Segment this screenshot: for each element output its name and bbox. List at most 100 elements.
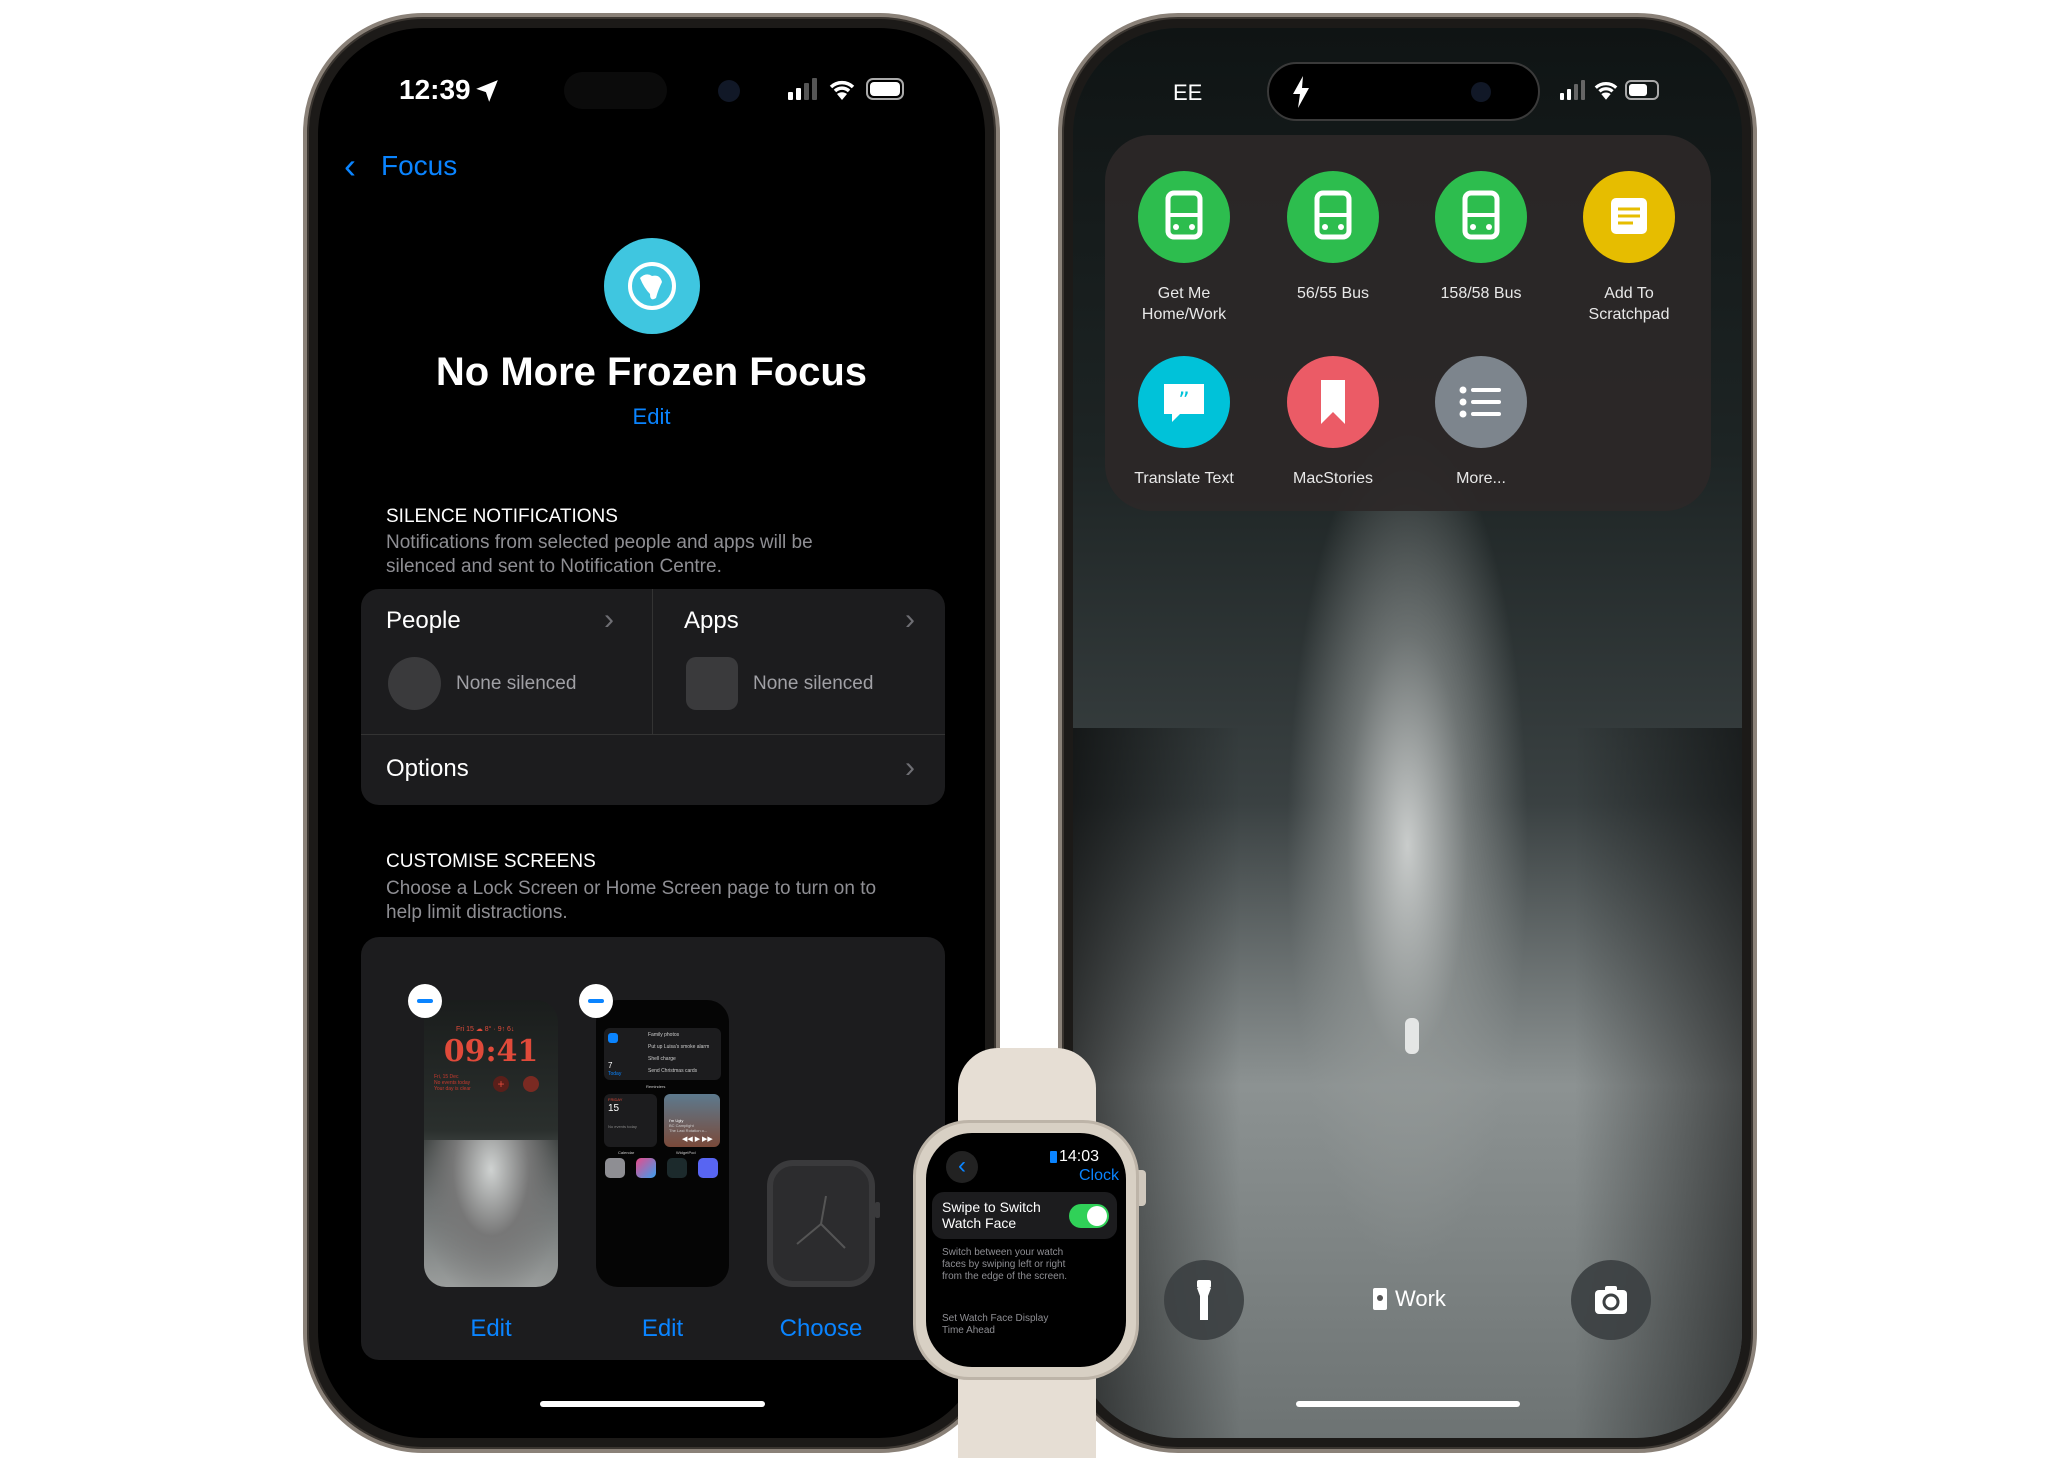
shortcut-158-58-bus[interactable] xyxy=(1435,171,1527,263)
front-camera xyxy=(1471,82,1491,102)
home-screen-thumbnail[interactable]: 7 Today Family photos Put up Luisa's smo… xyxy=(596,1000,729,1287)
watch-crown xyxy=(875,1202,880,1218)
edit-home-screen-button[interactable]: Edit xyxy=(596,1315,729,1343)
shortcut-add-to-scratchpad[interactable] xyxy=(1583,171,1675,263)
watch-title: Clock xyxy=(1078,1167,1119,1184)
watch-status: 14:03 xyxy=(1050,1148,1099,1166)
home-indicator[interactable] xyxy=(540,1401,765,1407)
options-row[interactable]: Options › xyxy=(361,735,945,805)
customise-description-1: Choose a Lock Screen or Home Screen page… xyxy=(386,878,877,899)
settings-app-icon xyxy=(605,1158,625,1178)
people-label: People xyxy=(386,607,461,634)
svg-text:”: ” xyxy=(1178,389,1189,414)
set-watch-face-display-row[interactable]: Set Watch Face Display Time Ahead xyxy=(942,1313,1048,1337)
people-cell[interactable]: People › None silenced xyxy=(361,589,652,734)
battery-icon xyxy=(866,78,904,100)
swipe-to-switch-row[interactable]: Swipe to Switch Watch Face xyxy=(932,1192,1117,1239)
options-label: Options xyxy=(386,755,469,782)
customise-screens-card: Fri 15 ☁ 8° · 9↑ 6↓ 09:41 Fri, 15 Dec No… xyxy=(361,937,945,1360)
watch-face-placeholder[interactable] xyxy=(767,1160,875,1287)
shortcut-label: More... xyxy=(1456,470,1506,487)
path-wallpaper xyxy=(424,1140,558,1287)
home-indicator[interactable] xyxy=(1296,1401,1520,1407)
shortcut-translate-text[interactable]: ” xyxy=(1138,356,1230,448)
lightning-bolt-icon xyxy=(1293,76,1309,108)
reminders-count: 7 xyxy=(608,1061,613,1070)
note-icon xyxy=(1611,198,1647,234)
bookmark-icon xyxy=(1321,380,1345,424)
dynamic-island xyxy=(564,72,667,109)
bus-icon xyxy=(1314,190,1352,240)
shortcut-label: 158/58 Bus xyxy=(1440,285,1522,302)
reminder-item: Shell charge xyxy=(648,1056,676,1062)
music-widget: I'm Ugly BC Camplight The Last Rotation … xyxy=(664,1094,720,1147)
remove-home-screen-button[interactable] xyxy=(579,984,613,1018)
swipe-toggle[interactable] xyxy=(1069,1204,1109,1228)
reminders-app-icon xyxy=(608,1033,618,1043)
shortcut-56-55-bus[interactable] xyxy=(1287,171,1379,263)
calendar-widget-label: Calendar xyxy=(618,1150,635,1155)
focus-edit-button[interactable]: Edit xyxy=(318,404,985,430)
focus-title: No More Frozen Focus xyxy=(435,350,868,394)
quote-bubble-icon: ” xyxy=(1164,384,1204,422)
lock-widget-line3: Your day is clear xyxy=(434,1086,471,1092)
camera-icon xyxy=(1595,1286,1627,1314)
reminders-today: Today xyxy=(608,1071,622,1077)
apps-label: Apps xyxy=(684,607,739,634)
calendar-events: No events today xyxy=(608,1124,637,1129)
app-icon-placeholder xyxy=(686,657,738,710)
flashlight-button[interactable] xyxy=(1164,1260,1244,1340)
focus-indicator[interactable]: Work xyxy=(1373,1286,1446,1312)
focus-name: Work xyxy=(1395,1286,1446,1311)
toggle-label: Swipe to Switch Watch Face xyxy=(942,1199,1041,1231)
list-icon xyxy=(1459,386,1501,418)
watch-time: 14:03 xyxy=(1059,1148,1100,1165)
music-widget-label: WidgetPod xyxy=(676,1150,696,1155)
location-arrow-icon xyxy=(476,80,498,102)
shortcut-get-me-home-work[interactable] xyxy=(1138,171,1230,263)
shortcut-more[interactable] xyxy=(1435,356,1527,448)
remove-lock-screen-button[interactable] xyxy=(408,984,442,1018)
battery-icon xyxy=(1625,80,1659,100)
child-figure xyxy=(1405,1018,1419,1054)
app-icon xyxy=(667,1158,687,1178)
back-button-focus[interactable]: Focus xyxy=(381,150,457,182)
shortcut-label: Get Me Home/Work xyxy=(1141,285,1227,323)
apps-cell[interactable]: Apps › None silenced xyxy=(653,589,945,734)
wifi-icon xyxy=(829,80,855,100)
back-chevron-icon[interactable]: ‹ xyxy=(344,148,356,184)
status-time: 12:39 xyxy=(399,74,471,105)
reminder-item: Send Christmas cards xyxy=(648,1068,698,1074)
customise-description-2: help limit distractions. xyxy=(386,902,568,923)
reminders-widget: 7 Today Family photos Put up Luisa's smo… xyxy=(604,1028,721,1080)
watch-back-button[interactable]: ‹ xyxy=(946,1151,978,1183)
flashlight-icon xyxy=(1197,1280,1211,1320)
reminder-item: Family photos xyxy=(648,1032,680,1038)
shortcut-label: MacStories xyxy=(1292,470,1374,487)
reminder-item: Put up Luisa's smoke alarm xyxy=(648,1044,710,1050)
silence-header: SILENCE NOTIFICATIONS xyxy=(386,506,618,527)
shortcut-label: Add To Scratchpad xyxy=(1588,285,1670,323)
chevron-right-icon: › xyxy=(905,751,915,784)
reminders-widget-label: Reminders xyxy=(646,1084,666,1089)
cellular-signal-icon xyxy=(1560,80,1585,100)
edit-lock-screen-button[interactable]: Edit xyxy=(424,1315,558,1343)
apps-value: None silenced xyxy=(753,673,874,694)
lock-screen-thumbnail[interactable]: Fri 15 ☁ 8° · 9↑ 6↓ 09:41 Fri, 15 Dec No… xyxy=(424,1000,558,1287)
camera-button[interactable] xyxy=(1571,1260,1651,1340)
globe-icon xyxy=(628,262,676,310)
home-icon xyxy=(523,1076,539,1092)
calendar-widget: FRIDAY 15 No events today xyxy=(604,1094,657,1147)
plus-icon: + xyxy=(493,1076,509,1092)
choose-watch-face-button[interactable]: Choose xyxy=(756,1315,886,1343)
chevron-right-icon: › xyxy=(905,603,915,636)
shortcut-macstories[interactable] xyxy=(1287,356,1379,448)
discord-app-icon xyxy=(698,1158,718,1178)
play-icon: ◀◀ ▶ ▶▶ xyxy=(682,1136,713,1143)
wifi-icon xyxy=(1594,81,1618,100)
shortcuts-widget-panel: Get Me Home/Work 56/55 Bus 158/58 Bus Add… xyxy=(1105,135,1711,511)
shortcut-label: 56/55 Bus xyxy=(1296,285,1370,302)
silence-card: People › None silenced Apps › None silen… xyxy=(361,589,945,805)
silence-description-2: silenced and sent to Notification Centre… xyxy=(386,556,722,577)
watch-screen: ‹ 14:03 Clock Swipe to Switch Watch Face … xyxy=(926,1133,1126,1367)
